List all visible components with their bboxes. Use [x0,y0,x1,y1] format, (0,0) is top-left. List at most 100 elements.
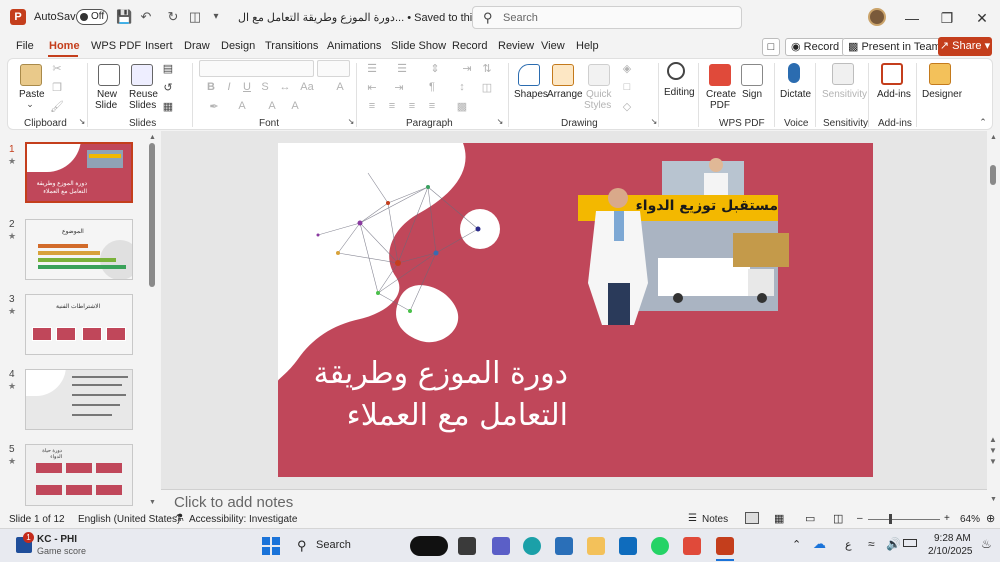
indent-icon[interactable]: ⇥ [460,62,474,75]
slide-sorter-icon[interactable]: ▦ [774,512,784,525]
smartart-icon[interactable]: ▩ [455,100,469,113]
create-pdf-label-1[interactable]: Create [706,89,736,100]
tab-file[interactable]: File [16,40,34,52]
scroll-up-icon[interactable]: ▲ [990,134,997,141]
highlight-icon[interactable]: ✒ [207,100,221,113]
align-center-icon[interactable]: ≡ [385,100,399,112]
collapse-ribbon-icon[interactable]: ⌃ [976,117,990,128]
add-ins-button[interactable]: Add-ins [877,89,911,100]
slide-thumbnail-3[interactable]: الاشتراطات الفنية [25,294,133,355]
chevron-down-icon[interactable]: ⌄ [23,99,37,110]
justify-icon[interactable]: ≡ [425,100,439,112]
whatsapp-app-icon[interactable] [651,537,669,555]
slide-scrollbar[interactable] [990,165,996,185]
format-painter-icon[interactable]: 🖌 [50,100,64,113]
scroll-up-icon[interactable]: ▲ [149,134,156,141]
search-box[interactable]: ⚲ Search [472,6,742,29]
notifications-bell-icon[interactable]: ♨ [981,537,992,551]
bullets-icon[interactable]: ☰ [365,62,379,75]
volume-icon[interactable]: 🔊 [886,537,901,551]
reuse-slides-label-2[interactable]: Slides [129,100,156,111]
next-slide-icon[interactable]: ▼ [989,457,997,466]
arrange-button[interactable]: Arrange [547,89,583,100]
chevron-up-icon[interactable]: ⌃ [792,538,801,551]
shape-fill-icon[interactable]: ◈ [620,62,634,75]
input-language[interactable]: ع [845,538,852,551]
record-button[interactable]: ◉ Record [785,38,846,56]
file-explorer-icon[interactable] [587,537,605,555]
line-spacing-icon[interactable]: ⇕ [428,62,442,75]
redo-icon[interactable]: ↻ [165,9,181,25]
notes-button[interactable]: Notes [702,514,728,525]
create-pdf-label-2[interactable]: PDF [710,100,730,111]
outlook-app-icon[interactable] [619,537,637,555]
accessibility-icon[interactable]: ⚗ [175,513,184,524]
powerpoint-app-icon[interactable] [716,537,734,555]
tab-help[interactable]: Help [576,40,599,52]
scroll-down-icon[interactable]: ▼ [989,446,997,455]
clock-date[interactable]: 2/10/2025 [928,546,973,557]
increase-indent-icon[interactable]: ⇥ [392,81,406,94]
weather-subtitle[interactable]: Game score [37,546,86,556]
font-name-dropdown[interactable] [199,60,314,77]
tab-draw[interactable]: Draw [184,40,210,52]
reset-icon[interactable]: ↺ [161,81,175,94]
present-in-teams-button[interactable]: ▩ Present in Teams [842,38,953,56]
thumbnail-scrollbar[interactable] [149,143,155,287]
zoom-slider[interactable] [868,519,940,520]
store-app-icon[interactable] [555,537,573,555]
avatar[interactable] [868,8,886,26]
task-view-icon[interactable] [458,537,476,555]
align-text-icon[interactable]: ↕ [455,81,469,93]
new-slide-icon[interactable] [98,64,120,86]
increase-font-icon[interactable]: A [265,100,279,112]
zoom-out-icon[interactable]: – [857,513,863,524]
underline-icon[interactable]: U [240,81,254,93]
scroll-down-icon[interactable]: ▼ [149,499,156,506]
sensitivity-icon[interactable] [832,63,854,85]
quick-styles-icon[interactable] [588,64,610,86]
edge-app-icon[interactable] [523,537,541,555]
decrease-font-icon[interactable]: A [288,100,302,112]
slide-thumbnail-1[interactable]: دورة الموزع وطريقة التعامل مع العملاء [25,142,133,203]
windows-start-icon[interactable] [262,537,280,555]
clear-formatting-icon[interactable]: A [333,81,347,93]
slide-thumbnail-4[interactable] [25,369,133,430]
tab-insert[interactable]: Insert [145,40,173,52]
bold-icon[interactable]: B [204,81,218,93]
fit-to-window-icon[interactable]: ⊕ [986,512,995,525]
create-pdf-icon[interactable] [709,64,731,86]
dictate-button[interactable]: Dictate [780,89,811,100]
tab-wps-pdf[interactable]: WPS PDF [91,40,141,52]
share-button[interactable]: ↗ Share ▾ [938,37,992,56]
shape-effects-icon[interactable]: ◇ [620,100,634,113]
align-right-icon[interactable]: ≡ [405,100,419,112]
designer-button[interactable]: Designer [922,89,962,100]
strikethrough-icon[interactable]: S [258,81,272,93]
clock-time[interactable]: 9:28 AM [934,533,971,544]
battery-icon[interactable] [903,539,917,547]
new-slide-label-1[interactable]: New [97,89,117,100]
editing-button[interactable]: Editing [664,87,695,98]
notes-scroll-down-icon[interactable]: ▼ [990,496,997,503]
prev-slide-icon[interactable]: ▲ [989,435,997,444]
section-icon[interactable]: ▦ [161,100,175,113]
wifi-icon[interactable]: ≈ [868,537,875,551]
change-case-icon[interactable]: Aa [300,81,314,93]
save-icon[interactable]: 💾 [116,9,132,25]
slide-thumbnail-5[interactable]: دورة حياة الدواء [25,444,133,506]
tab-animations[interactable]: Animations [327,40,381,52]
italic-icon[interactable]: I [222,81,236,93]
font-color-icon[interactable]: A [235,100,249,112]
layout-icon[interactable]: ▤ [161,62,175,75]
text-direction-icon[interactable]: ⇅ [480,62,494,75]
tab-record[interactable]: Record [452,40,487,52]
taskbar-search-label[interactable]: Search [316,539,351,551]
reuse-slides-icon[interactable] [131,64,153,86]
notes-placeholder[interactable]: Click to add notes [174,494,293,511]
reuse-slides-label-1[interactable]: Reuse [129,89,158,100]
notes-icon[interactable]: ☰ [688,513,697,524]
comments-button[interactable]: □ [762,38,780,56]
add-ins-icon[interactable] [881,63,903,85]
sensitivity-button[interactable]: Sensitivity [822,89,867,100]
